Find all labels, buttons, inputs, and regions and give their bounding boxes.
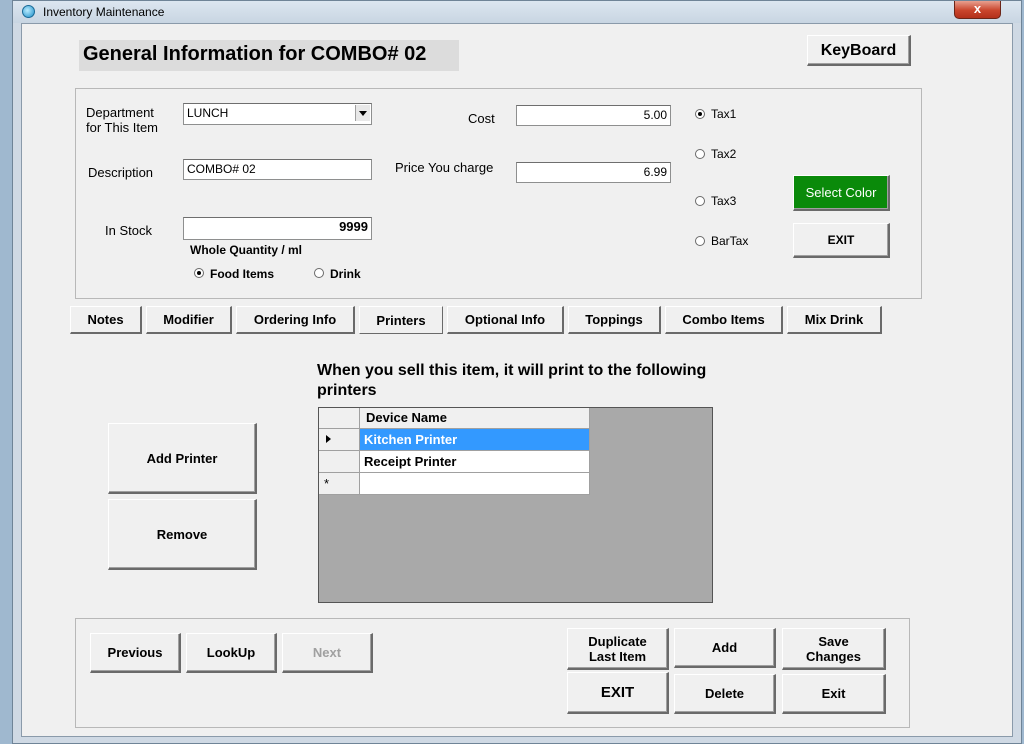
- delete-button[interactable]: Delete: [674, 674, 776, 714]
- description-field[interactable]: COMBO# 02: [183, 159, 372, 180]
- new-row-asterisk-icon: *: [324, 476, 330, 491]
- keyboard-button[interactable]: KeyBoard: [807, 35, 911, 66]
- tab-optional-info[interactable]: Optional Info: [447, 306, 564, 334]
- remove-printer-button[interactable]: Remove: [108, 499, 257, 570]
- page-title: General Information for COMBO# 02: [83, 43, 427, 65]
- exit-button[interactable]: Exit: [782, 674, 886, 714]
- tax1-radio[interactable]: [695, 109, 705, 119]
- row-selector[interactable]: [319, 451, 360, 473]
- printer-row-new[interactable]: [360, 473, 590, 495]
- general-exit-button[interactable]: EXIT: [793, 223, 890, 258]
- inventory-maintenance-window: Inventory Maintenance x General Informat…: [12, 0, 1022, 744]
- page-title-box: General Information for COMBO# 02: [79, 40, 459, 71]
- new-row-selector[interactable]: *: [319, 473, 360, 495]
- tab-modifier[interactable]: Modifier: [146, 306, 232, 334]
- printers-grid[interactable]: Device Name Kitchen Printer Receipt Prin…: [318, 407, 713, 603]
- printers-heading: When you sell this item, it will print t…: [317, 362, 707, 399]
- tax1-label: Tax1: [711, 107, 737, 121]
- tax2-label: Tax2: [711, 147, 737, 161]
- description-label: Description: [88, 165, 154, 180]
- grid-corner-cell: [319, 408, 360, 429]
- tab-bar: Notes Modifier Ordering Info Printers Op…: [70, 306, 890, 336]
- chevron-down-icon[interactable]: [355, 105, 370, 121]
- department-select-value: LUNCH: [187, 106, 229, 120]
- in-stock-field[interactable]: 9999: [183, 217, 372, 240]
- tab-mix-drink[interactable]: Mix Drink: [787, 306, 882, 334]
- save-label-line2: Changes: [806, 648, 861, 664]
- add-button[interactable]: Add: [674, 628, 776, 668]
- food-items-label: Food Items: [210, 267, 275, 281]
- duplicate-last-item-button[interactable]: Duplicate Last Item: [567, 628, 669, 670]
- department-label-line2: for This Item: [86, 120, 159, 135]
- bartax-radio[interactable]: [695, 236, 705, 246]
- tab-toppings[interactable]: Toppings: [568, 306, 661, 334]
- save-changes-button[interactable]: Save Changes: [782, 628, 886, 670]
- tax3-radio[interactable]: [695, 196, 705, 206]
- cost-field[interactable]: 5.00: [516, 105, 671, 126]
- bartax-label: BarTax: [711, 234, 749, 248]
- in-stock-label: In Stock: [105, 223, 152, 238]
- add-printer-button[interactable]: Add Printer: [108, 423, 257, 494]
- tax2-radio[interactable]: [695, 149, 705, 159]
- printer-row-receipt[interactable]: Receipt Printer: [360, 451, 590, 473]
- exit-upper-button[interactable]: EXIT: [567, 672, 669, 714]
- title-bar[interactable]: Inventory Maintenance x: [13, 1, 1021, 23]
- tab-ordering-info[interactable]: Ordering Info: [236, 306, 355, 334]
- save-label-line1: Save: [818, 633, 849, 649]
- drink-radio[interactable]: [314, 268, 324, 278]
- window-close-button[interactable]: x: [954, 1, 1001, 19]
- whole-quantity-label: Whole Quantity / ml: [190, 243, 303, 257]
- food-items-radio[interactable]: [194, 268, 204, 278]
- client-area: General Information for COMBO# 02 KeyBoa…: [21, 23, 1013, 737]
- previous-button[interactable]: Previous: [90, 633, 181, 673]
- select-color-button[interactable]: Select Color: [793, 175, 890, 211]
- price-label: Price You charge: [395, 160, 494, 175]
- tab-combo-items[interactable]: Combo Items: [665, 306, 783, 334]
- tax3-label: Tax3: [711, 194, 737, 208]
- lookup-button[interactable]: LookUp: [186, 633, 277, 673]
- department-label-line1: Department: [86, 105, 154, 120]
- current-row-arrow-icon: [326, 435, 331, 443]
- duplicate-label-line2: Last Item: [588, 648, 647, 664]
- next-button[interactable]: Next: [282, 633, 373, 673]
- department-select[interactable]: LUNCH: [183, 103, 372, 125]
- device-name-column-header[interactable]: Device Name: [360, 408, 590, 429]
- row-selector-current[interactable]: [319, 429, 360, 451]
- tab-notes[interactable]: Notes: [70, 306, 142, 334]
- duplicate-label-line1: Duplicate: [588, 633, 647, 649]
- drink-label: Drink: [330, 267, 361, 281]
- cost-label: Cost: [468, 111, 495, 126]
- printer-row-kitchen[interactable]: Kitchen Printer: [360, 429, 590, 451]
- tab-printers[interactable]: Printers: [359, 306, 443, 334]
- price-field[interactable]: 6.99: [516, 162, 671, 183]
- app-icon: [22, 5, 35, 18]
- window-title: Inventory Maintenance: [43, 5, 165, 19]
